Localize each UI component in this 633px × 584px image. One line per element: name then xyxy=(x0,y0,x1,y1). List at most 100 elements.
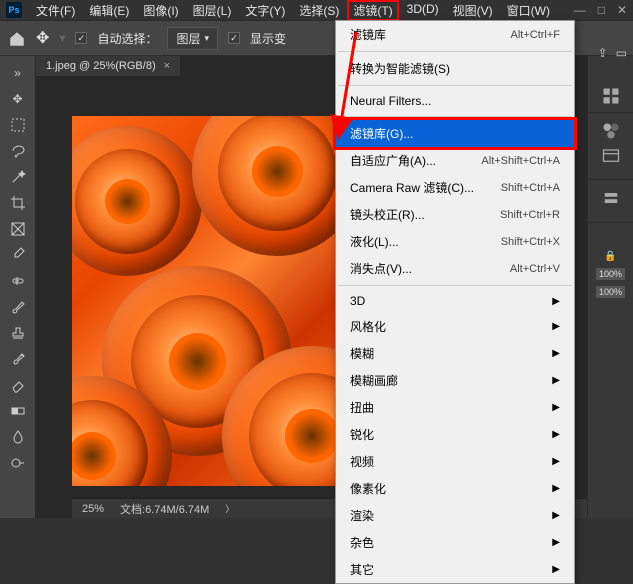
menu-item-label: 滤镜库 xyxy=(350,26,386,43)
tab-close-icon[interactable]: × xyxy=(164,60,170,72)
blur-tool[interactable] xyxy=(2,424,34,450)
menu-item[interactable]: 视图(V) xyxy=(447,0,499,21)
menu-item-a[interactable]: 自适应广角(A)... Alt+Shift+Ctrl+A xyxy=(336,147,574,174)
menu-item-[interactable]: 像素化▶ xyxy=(336,475,574,502)
menu-item-label: 滤镜库(G)... xyxy=(350,125,413,142)
healing-tool[interactable] xyxy=(2,268,34,294)
dodge-tool[interactable] xyxy=(2,450,34,476)
layer-dropdown[interactable]: 图层▾ xyxy=(167,27,218,50)
fill-value[interactable]: 100% xyxy=(596,286,625,298)
menu-item[interactable]: 文件(F) xyxy=(30,0,81,21)
show-transform-checkbox[interactable]: ✓ xyxy=(228,32,240,44)
adjustments-panel-icon[interactable] xyxy=(601,86,621,104)
move-tool-icon[interactable]: ✥ xyxy=(36,28,49,48)
menu-item-[interactable]: 杂色▶ xyxy=(336,529,574,556)
brush-tool[interactable] xyxy=(2,294,34,320)
menu-item[interactable]: 编辑(E) xyxy=(83,0,135,21)
menu-item-label: 锐化 xyxy=(350,426,374,443)
menu-item-label: 液化(L)... xyxy=(350,233,399,250)
menu-item[interactable]: 图像(I) xyxy=(137,0,184,21)
submenu-arrow-icon: ▶ xyxy=(552,510,560,521)
menu-item-[interactable]: 视频▶ xyxy=(336,448,574,475)
submenu-arrow-icon: ▶ xyxy=(552,537,560,548)
filter-menu: 滤镜库 Alt+Ctrl+F 转换为智能滤镜(S) Neural Filters...… xyxy=(335,20,575,584)
menu-item-[interactable]: 锐化▶ xyxy=(336,421,574,448)
menu-item-label: 镜头校正(R)... xyxy=(350,206,425,223)
menu-item-[interactable]: 滤镜库 Alt+Ctrl+F xyxy=(336,21,574,48)
menu-item[interactable]: 滤镜(T) xyxy=(347,0,398,21)
menu-item-label: 风格化 xyxy=(350,318,386,335)
panel-menu-icon[interactable]: ▭ xyxy=(616,46,627,60)
menu-shortcut: Alt+Ctrl+V xyxy=(510,263,560,275)
minimize-icon[interactable]: — xyxy=(574,3,586,17)
menu-separator xyxy=(338,285,572,286)
stamp-tool[interactable] xyxy=(2,320,34,346)
menu-item[interactable]: 窗口(W) xyxy=(501,0,556,21)
submenu-arrow-icon: ▶ xyxy=(552,296,560,307)
zoom-level[interactable]: 25% xyxy=(82,503,104,515)
submenu-arrow-icon: ▶ xyxy=(552,348,560,359)
menu-item-camerarawc[interactable]: Camera Raw 滤镜(C)...Shift+Ctrl+A xyxy=(336,174,574,201)
menu-item-label: 模糊 xyxy=(350,345,374,362)
menu-item-r[interactable]: 镜头校正(R)... Shift+Ctrl+R xyxy=(336,201,574,228)
menu-item-[interactable]: 渲染▶ xyxy=(336,502,574,529)
menu-item[interactable]: 3D(D) xyxy=(401,0,445,21)
status-chevron-icon[interactable]: 〉 xyxy=(225,502,234,515)
auto-select-checkbox[interactable]: ✓ xyxy=(75,32,87,44)
submenu-arrow-icon: ▶ xyxy=(552,483,560,494)
menu-item-label: 扭曲 xyxy=(350,399,374,416)
magic-wand-tool[interactable] xyxy=(2,164,34,190)
menu-shortcut: Shift+Ctrl+A xyxy=(501,182,560,194)
marquee-tool[interactable] xyxy=(2,112,34,138)
opacity-value[interactable]: 100% xyxy=(596,268,625,280)
menu-shortcut: Shift+Ctrl+X xyxy=(501,236,560,248)
history-panel-icon[interactable] xyxy=(601,188,621,206)
menu-item[interactable]: 图层(L) xyxy=(187,0,238,21)
lock-icon[interactable]: 🔒 xyxy=(604,251,616,262)
menu-item-label: 自适应广角(A)... xyxy=(350,152,436,169)
eyedropper-tool[interactable] xyxy=(2,242,34,268)
menu-item-[interactable]: 模糊画廊▶ xyxy=(336,367,574,394)
close-icon[interactable]: ✕ xyxy=(617,3,627,17)
submenu-arrow-icon: ▶ xyxy=(552,456,560,467)
menu-item-3d[interactable]: 3D▶ xyxy=(336,289,574,313)
window-controls: — □ ✕ xyxy=(574,3,627,17)
share-icon[interactable]: ⇪ xyxy=(598,46,608,60)
menu-item[interactable]: 文字(Y) xyxy=(239,0,291,21)
menu-item-s[interactable]: 转换为智能滤镜(S) xyxy=(336,55,574,82)
menu-item-[interactable]: 其它▶ xyxy=(336,556,574,583)
lasso-tool[interactable] xyxy=(2,138,34,164)
menubar: 文件(F)编辑(E)图像(I)图层(L)文字(Y)选择(S)滤镜(T)3D(D)… xyxy=(30,0,556,21)
menu-shortcut: Alt+Shift+Ctrl+A xyxy=(481,155,560,167)
menu-item-g[interactable]: 滤镜库(G)... xyxy=(336,120,574,147)
maximize-icon[interactable]: □ xyxy=(598,3,605,17)
libraries-panel-icon[interactable] xyxy=(601,145,621,163)
menu-shortcut: Shift+Ctrl+R xyxy=(500,209,560,221)
swatches-panel-icon[interactable] xyxy=(601,121,621,139)
menu-separator xyxy=(338,116,572,117)
submenu-arrow-icon: ▶ xyxy=(552,402,560,413)
menu-item-l[interactable]: 液化(L)... Shift+Ctrl+X xyxy=(336,228,574,255)
menu-item-[interactable]: 风格化▶ xyxy=(336,313,574,340)
titlebar: Ps 文件(F)编辑(E)图像(I)图层(L)文字(Y)选择(S)滤镜(T)3D… xyxy=(0,0,633,20)
home-icon[interactable] xyxy=(8,30,26,46)
menu-item-v[interactable]: 消失点(V)...Alt+Ctrl+V xyxy=(336,255,574,282)
menu-separator xyxy=(338,85,572,86)
menu-item-[interactable]: 扭曲 ▶ xyxy=(336,394,574,421)
gradient-tool[interactable] xyxy=(2,398,34,424)
menu-item-[interactable]: 模糊 ▶ xyxy=(336,340,574,367)
canvas-image[interactable] xyxy=(72,116,342,486)
history-brush-tool[interactable] xyxy=(2,346,34,372)
menu-item-label: Neural Filters... xyxy=(350,94,431,108)
frame-tool[interactable] xyxy=(2,216,34,242)
app-logo: Ps xyxy=(6,2,22,18)
menu-item-neuralfilters[interactable]: Neural Filters... xyxy=(336,89,574,113)
chevrons-icon[interactable]: » xyxy=(2,60,34,86)
eraser-tool[interactable] xyxy=(2,372,34,398)
menu-item[interactable]: 选择(S) xyxy=(293,0,345,21)
document-tab[interactable]: 1.jpeg @ 25%(RGB/8) × xyxy=(36,56,180,76)
menu-separator xyxy=(338,51,572,52)
menu-shortcut: Alt+Ctrl+F xyxy=(510,29,560,41)
move-tool[interactable]: ✥ xyxy=(2,86,34,112)
crop-tool[interactable] xyxy=(2,190,34,216)
